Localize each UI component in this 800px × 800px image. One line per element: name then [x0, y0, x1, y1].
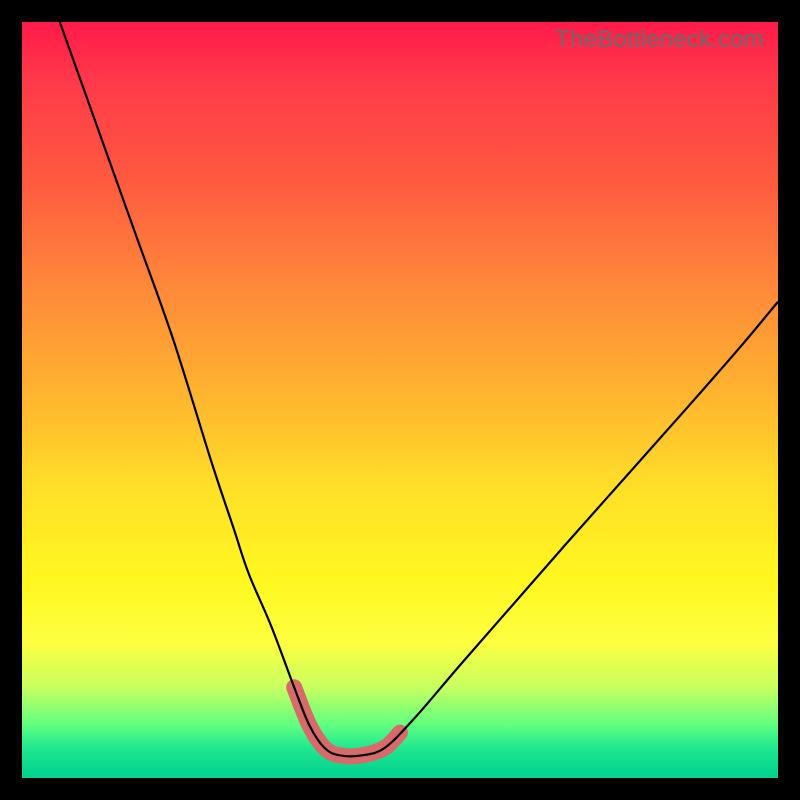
valley-highlight [294, 687, 400, 756]
plot-area: TheBottleneck.com [22, 22, 778, 778]
bottleneck-curve-svg [22, 22, 778, 778]
bottleneck-curve [60, 22, 778, 756]
chart-frame: TheBottleneck.com [0, 0, 800, 800]
watermark-label: TheBottleneck.com [555, 26, 764, 54]
